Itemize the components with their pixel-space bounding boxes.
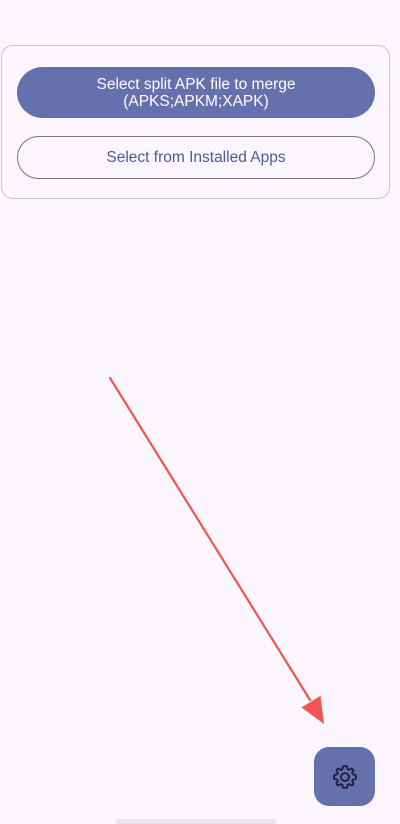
settings-fab[interactable] <box>314 747 375 806</box>
select-split-apk-label-line2: (APKS;APKM;XAPK) <box>123 92 269 110</box>
select-installed-apps-button[interactable]: Select from Installed Apps <box>17 136 375 179</box>
select-split-apk-label: Select split APK file to merge (APKS;APK… <box>96 76 295 110</box>
navigation-handle[interactable] <box>116 819 276 824</box>
select-split-apk-button[interactable]: Select split APK file to merge (APKS;APK… <box>17 67 375 118</box>
select-split-apk-label-line1: Select split APK file to merge <box>96 75 296 93</box>
gear-icon <box>332 764 357 789</box>
select-installed-apps-label: Select from Installed Apps <box>106 148 286 166</box>
